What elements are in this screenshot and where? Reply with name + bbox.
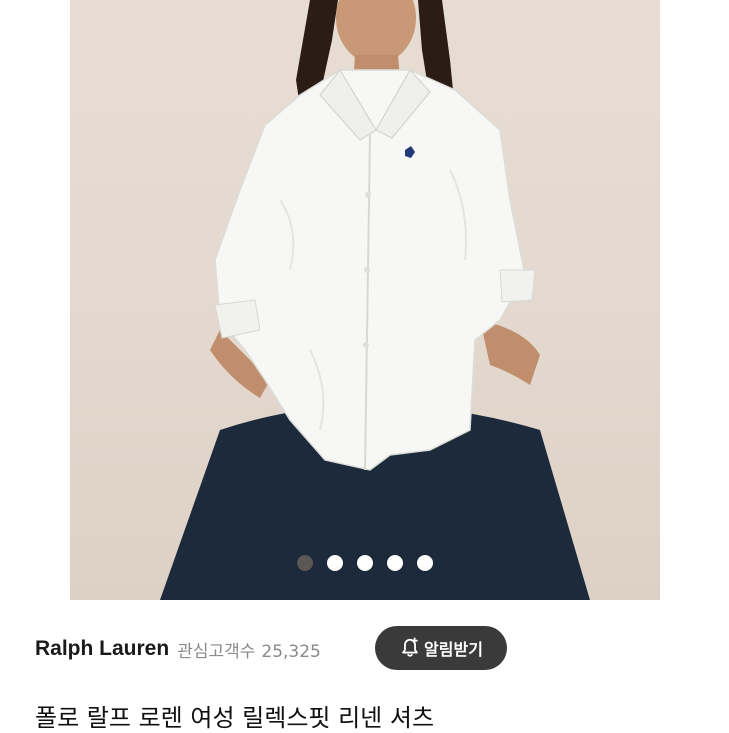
pager-dot[interactable]	[387, 555, 403, 571]
pager-dot[interactable]	[297, 555, 313, 571]
pager-dot[interactable]	[327, 555, 343, 571]
pager-dot[interactable]	[357, 555, 373, 571]
image-pager[interactable]	[70, 555, 660, 571]
brand-name[interactable]: Ralph Lauren	[35, 637, 169, 661]
product-image[interactable]	[70, 0, 660, 600]
watch-count-value: 25,325	[261, 641, 321, 662]
bell-plus-icon	[402, 637, 418, 657]
watch-count: 관심고객수 25,325	[177, 637, 321, 662]
watch-count-label: 관심고객수	[177, 641, 256, 662]
product-photo	[160, 0, 590, 600]
shirt-button	[364, 267, 370, 273]
shirt-button	[365, 192, 371, 198]
shirt-button	[363, 342, 369, 348]
product-title: 폴로 랄프 로렌 여성 릴렉스핏 리넨 셔츠	[35, 704, 435, 732]
alert-subscribe-button[interactable]: 알림받기	[375, 626, 507, 670]
alert-button-label: 알림받기	[424, 640, 483, 659]
face	[336, 0, 416, 64]
sleeve-cuff-right	[499, 269, 536, 303]
pager-dot[interactable]	[417, 555, 433, 571]
